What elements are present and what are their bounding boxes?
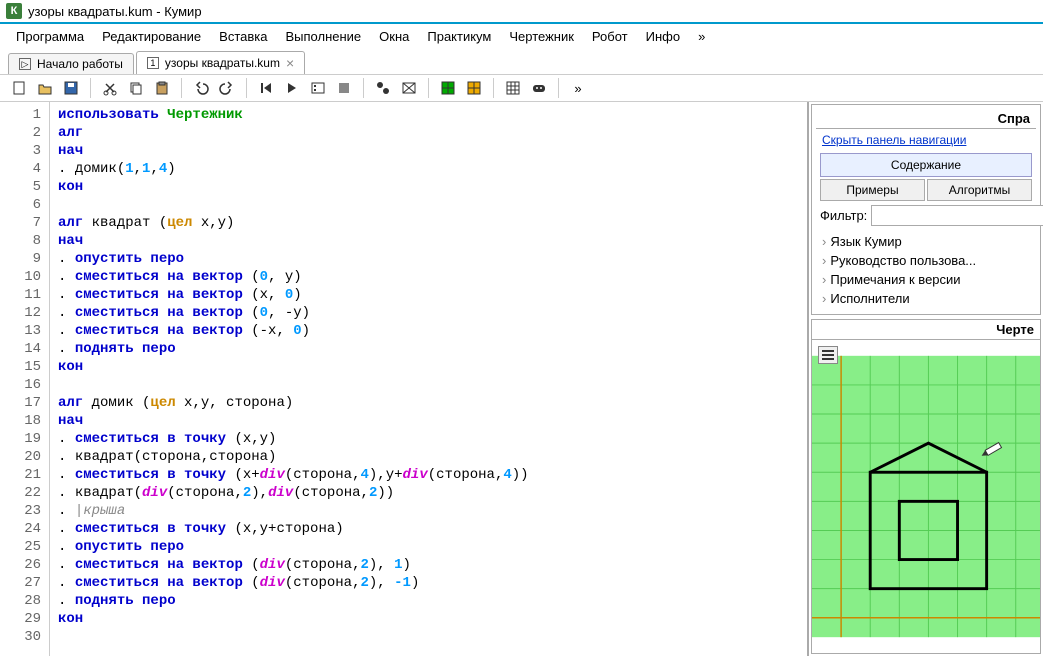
menu-item[interactable]: Окна: [371, 27, 417, 46]
menu-item[interactable]: Практикум: [419, 27, 499, 46]
examples-button[interactable]: Примеры: [820, 179, 925, 201]
menu-item[interactable]: Программа: [8, 27, 92, 46]
tab[interactable]: 1 узоры квадраты.kum ×: [136, 51, 305, 74]
close-icon[interactable]: ×: [286, 55, 294, 71]
grid1-button[interactable]: [437, 77, 459, 99]
code-area[interactable]: использовать Чертежникалгнач. домик(1,1,…: [50, 102, 807, 656]
help-tree: ›Язык Кумир›Руководство пользова...›Прим…: [816, 230, 1036, 310]
content-button[interactable]: Содержание: [820, 153, 1032, 177]
window-title: узоры квадраты.kum - Кумир: [28, 4, 202, 19]
app-icon: К: [6, 3, 22, 19]
new-file-button[interactable]: [8, 77, 30, 99]
cut-button[interactable]: [99, 77, 121, 99]
menu-item[interactable]: Инфо: [638, 27, 688, 46]
game-button[interactable]: [528, 77, 550, 99]
menu-item[interactable]: »: [690, 27, 713, 46]
step-back-button[interactable]: [255, 77, 277, 99]
tab-bar: ▷ Начало работы 1 узоры квадраты.kum ×: [0, 48, 1043, 74]
tree-item[interactable]: ›Исполнители: [822, 289, 1030, 308]
paste-button[interactable]: [151, 77, 173, 99]
menu-item[interactable]: Робот: [584, 27, 636, 46]
open-file-button[interactable]: [34, 77, 56, 99]
menu-bar: ПрограммаРедактированиеВставкаВыполнение…: [0, 24, 1043, 48]
tab-icon: ▷: [19, 58, 31, 70]
redo-button[interactable]: [216, 77, 238, 99]
stop-button[interactable]: [333, 77, 355, 99]
grid3-button[interactable]: [502, 77, 524, 99]
tree-item[interactable]: ›Язык Кумир: [822, 232, 1030, 251]
menu-item[interactable]: Вставка: [211, 27, 275, 46]
help-title: Спра: [816, 109, 1036, 129]
menu-item[interactable]: Чертежник: [501, 27, 582, 46]
tab-label: Начало работы: [37, 57, 123, 71]
help-panel: Спра Скрыть панель навигации Содержание …: [811, 104, 1041, 315]
tab-icon: 1: [147, 57, 159, 69]
drawer-panel: Черте: [811, 319, 1041, 654]
tab[interactable]: ▷ Начало работы: [8, 53, 134, 74]
drawer-canvas[interactable]: [812, 340, 1040, 653]
tree-item[interactable]: ›Примечания к версии: [822, 270, 1030, 289]
step-button[interactable]: [307, 77, 329, 99]
canvas-svg: [812, 340, 1040, 653]
undo-button[interactable]: [190, 77, 212, 99]
filter-input[interactable]: [871, 205, 1043, 226]
hide-nav-link[interactable]: Скрыть панель навигации: [816, 129, 1036, 151]
title-bar: К узоры квадраты.kum - Кумир: [0, 0, 1043, 24]
algorithms-button[interactable]: Алгоритмы: [927, 179, 1032, 201]
more-button[interactable]: »: [567, 77, 589, 99]
editor[interactable]: 1234567891011121314151617181920212223242…: [0, 102, 808, 656]
copy-button[interactable]: [125, 77, 147, 99]
toolbar: »: [0, 74, 1043, 102]
run-button[interactable]: [281, 77, 303, 99]
canvas-menu-button[interactable]: [818, 346, 838, 364]
tab-label: узоры квадраты.kum: [165, 56, 280, 70]
line-gutter: 1234567891011121314151617181920212223242…: [0, 102, 50, 656]
worlds-button[interactable]: [398, 77, 420, 99]
filter-label: Фильтр:: [820, 208, 867, 223]
actors-button[interactable]: [372, 77, 394, 99]
tree-item[interactable]: ›Руководство пользова...: [822, 251, 1030, 270]
grid2-button[interactable]: [463, 77, 485, 99]
drawer-title: Черте: [812, 320, 1040, 340]
save-file-button[interactable]: [60, 77, 82, 99]
menu-item[interactable]: Выполнение: [277, 27, 369, 46]
menu-item[interactable]: Редактирование: [94, 27, 209, 46]
